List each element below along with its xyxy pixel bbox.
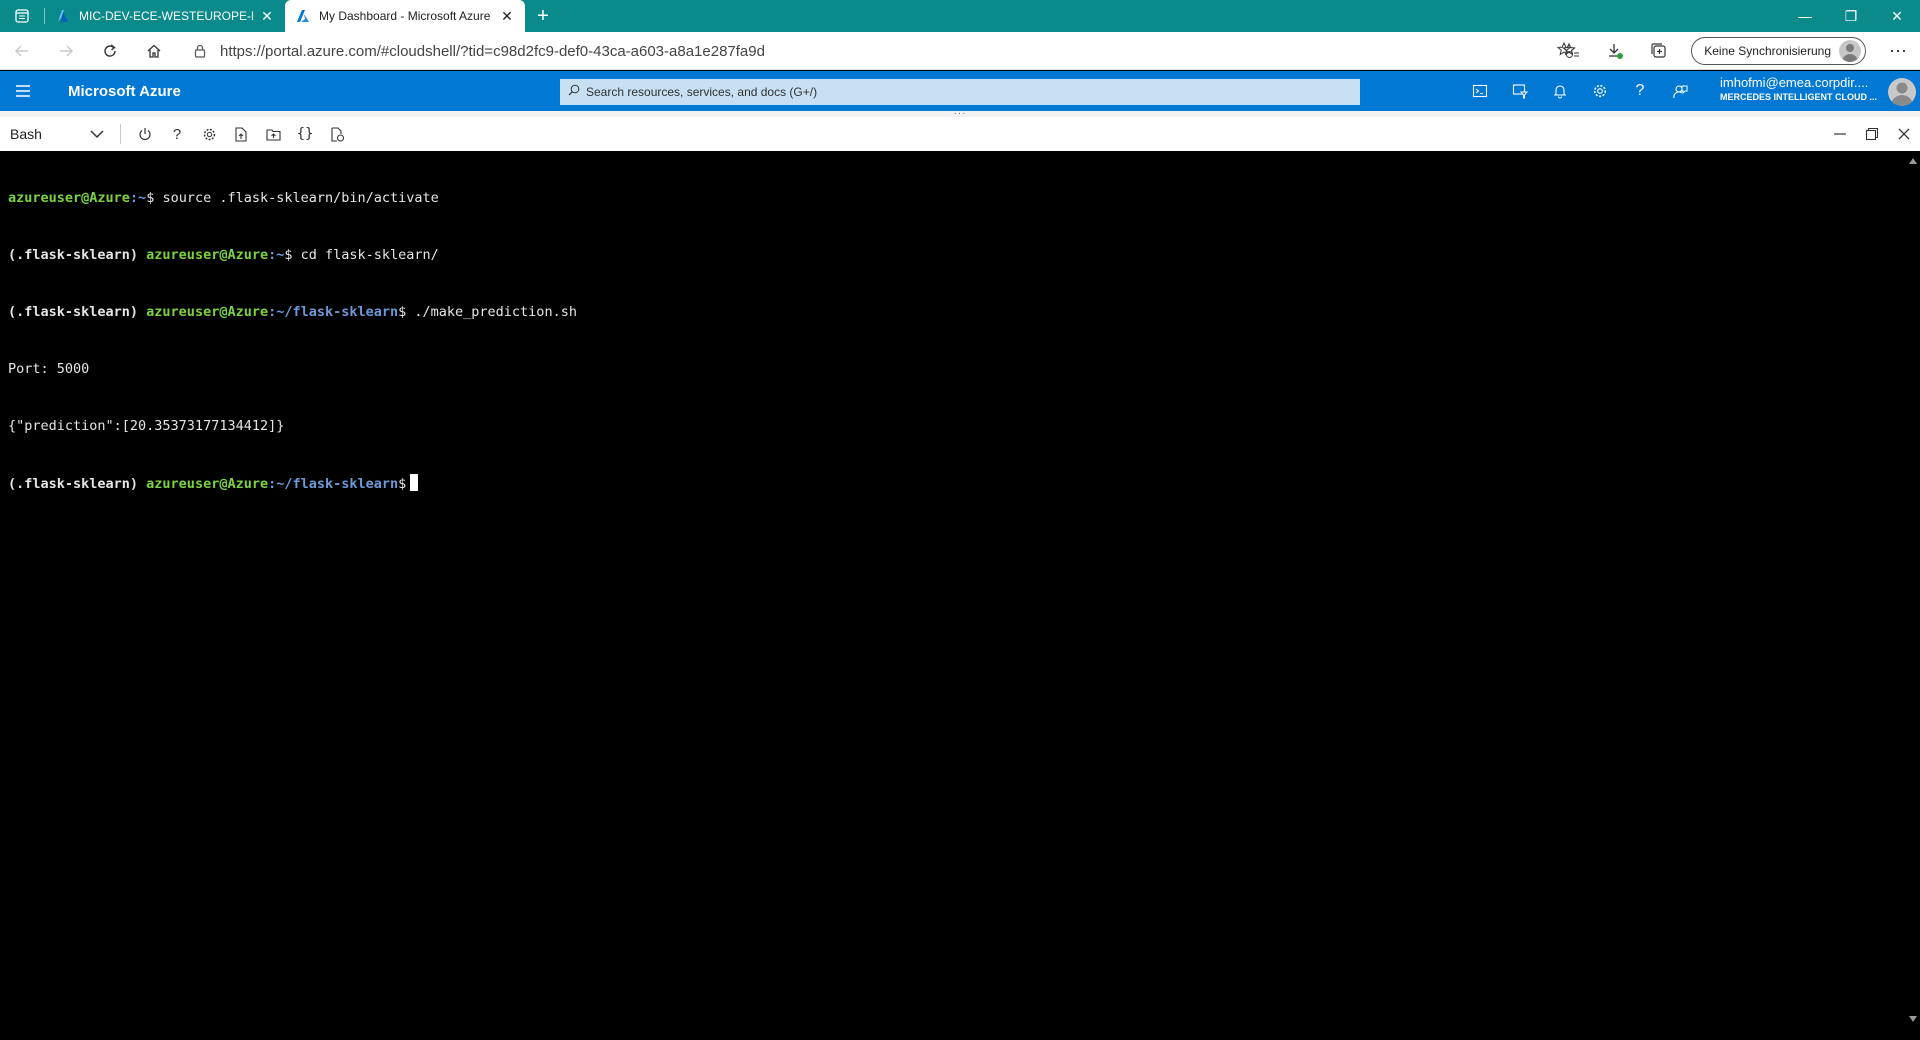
command-text: $ ./make_prediction.sh [398, 304, 577, 320]
address-bar[interactable]: https://portal.azure.com/#cloudshell/?ti… [190, 36, 1580, 66]
toolbar-divider [120, 124, 121, 144]
browser-tab-1[interactable]: MIC-DEV-ECE-WESTEUROPE-DD ✕ [45, 0, 285, 32]
header-icon-group: ? [1460, 71, 1700, 111]
command-text: $ cd flask-sklearn/ [284, 247, 439, 263]
sync-label: Keine Synchronisierung [1704, 44, 1831, 58]
shell-close-icon[interactable] [1888, 117, 1920, 151]
prompt-path: :~/flask-sklearn [268, 304, 399, 320]
azure-brand-title[interactable]: Microsoft Azure [68, 83, 181, 100]
shell-type-select[interactable]: Bash [0, 117, 112, 151]
terminal-line: (.flask-sklearn) azureuser@Azure:~/flask… [8, 474, 1906, 493]
open-folder-icon[interactable] [257, 117, 289, 151]
terminal-line: (.flask-sklearn) azureuser@Azure:~/flask… [8, 303, 1906, 322]
shell-window-controls [1824, 117, 1920, 151]
prompt-path: :~ [268, 247, 285, 263]
tab-title: My Dashboard - Microsoft Azure [319, 9, 491, 23]
window-controls: — ❐ ✕ [1782, 0, 1920, 32]
more-menu-icon[interactable]: ⋯ [1876, 32, 1920, 70]
global-search-box[interactable] [560, 79, 1360, 105]
cloud-shell-icon[interactable] [1460, 71, 1500, 111]
web-preview-icon[interactable] [321, 117, 353, 151]
user-avatar-icon[interactable] [1888, 78, 1916, 106]
cloud-shell-toolbar: Bash ? {} [0, 117, 1920, 151]
help-question-icon[interactable]: ? [1620, 71, 1660, 111]
collections-icon[interactable] [1637, 32, 1681, 70]
feedback-icon[interactable] [1660, 71, 1700, 111]
search-input[interactable] [586, 85, 1346, 99]
prompt-user: azureuser@Azure [146, 247, 269, 263]
settings-gear-icon[interactable] [1580, 71, 1620, 111]
shell-maximize-icon[interactable] [1856, 117, 1888, 151]
account-info[interactable]: imhofmi@emea.corpdir.... MERCEDES INTELL… [1720, 75, 1880, 102]
power-icon[interactable] [129, 117, 161, 151]
minimize-icon[interactable]: — [1782, 0, 1828, 32]
user-organization: MERCEDES INTELLIGENT CLOUD ... [1720, 92, 1878, 102]
editor-braces-icon[interactable]: {} [289, 117, 321, 151]
chevron-down-icon [90, 126, 104, 142]
prompt-path: :~/flask-sklearn [268, 476, 399, 492]
prompt-user: azureuser@Azure [8, 190, 130, 206]
home-icon[interactable] [132, 32, 176, 70]
new-tab-plus-icon[interactable]: + [525, 0, 561, 32]
upload-icon[interactable] [225, 117, 257, 151]
prompt-env: (.flask-sklearn) [8, 247, 147, 263]
terminal-line: (.flask-sklearn) azureuser@Azure:~$ cd f… [8, 246, 1906, 265]
prompt-env: (.flask-sklearn) [8, 304, 147, 320]
notifications-bell-icon[interactable] [1540, 71, 1580, 111]
terminal-line: {"prediction":[20.35373177134412]} [8, 417, 1906, 436]
user-email: imhofmi@emea.corpdir.... [1720, 75, 1869, 90]
refresh-icon[interactable] [88, 32, 132, 70]
prompt-user: azureuser@Azure [146, 476, 269, 492]
toolbar-right: Keine Synchronisierung ⋯ [1549, 32, 1920, 70]
prompt-env: (.flask-sklearn) [8, 476, 147, 492]
profile-avatar-icon [1839, 40, 1861, 62]
terminal-output[interactable]: azureuser@Azure:~$ source .flask-sklearn… [0, 151, 1906, 1040]
tab-actions-icon[interactable] [0, 0, 44, 32]
address-url[interactable]: https://portal.azure.com/#cloudshell/?ti… [220, 43, 765, 60]
lock-icon[interactable] [190, 44, 210, 58]
back-arrow-icon[interactable] [0, 32, 44, 70]
command-text: $ source .flask-sklearn/bin/activate [146, 190, 439, 206]
favorites-icon[interactable] [1549, 32, 1593, 70]
help-icon[interactable]: ? [161, 117, 193, 151]
azure-devops-favicon-icon [55, 8, 71, 24]
close-icon[interactable]: ✕ [259, 8, 275, 24]
terminal-line: azureuser@Azure:~$ source .flask-sklearn… [8, 189, 1906, 208]
sync-profile-button[interactable]: Keine Synchronisierung [1691, 37, 1866, 65]
settings-icon[interactable] [193, 117, 225, 151]
terminal-line: Port: 5000 [8, 360, 1906, 379]
close-icon[interactable]: ✕ [499, 8, 515, 24]
tab-title: MIC-DEV-ECE-WESTEUROPE-DD [79, 9, 253, 23]
forward-arrow-icon[interactable] [44, 32, 88, 70]
scroll-up-arrow-icon[interactable] [1909, 158, 1917, 164]
browser-toolbar: https://portal.azure.com/#cloudshell/?ti… [0, 32, 1920, 70]
prompt-user: azureuser@Azure [146, 304, 269, 320]
scroll-down-arrow-icon[interactable] [1909, 1016, 1917, 1022]
output-text: {"prediction":[20.35373177134412]} [8, 418, 285, 434]
azure-portal-header: Microsoft Azure ? imhofmi@emea.corpdir..… [0, 71, 1920, 111]
browser-tab-2[interactable]: My Dashboard - Microsoft Azure ✕ [285, 0, 525, 32]
downloads-icon[interactable] [1593, 32, 1637, 70]
terminal-scrollbar[interactable] [1906, 151, 1920, 1040]
search-icon [568, 83, 580, 101]
directory-filter-icon[interactable] [1500, 71, 1540, 111]
restore-icon[interactable]: ❐ [1828, 0, 1874, 32]
terminal-cursor [410, 474, 419, 491]
shell-minimize-icon[interactable] [1824, 117, 1856, 151]
output-text: Port: 5000 [8, 361, 90, 377]
command-text: $ [398, 476, 407, 492]
prompt-path: :~ [129, 190, 147, 206]
azure-favicon-icon [295, 8, 311, 24]
window-close-icon[interactable]: ✕ [1874, 0, 1920, 32]
browser-tab-strip: MIC-DEV-ECE-WESTEUROPE-DD ✕ My Dashboard… [0, 0, 1920, 32]
hamburger-menu-icon[interactable] [0, 71, 46, 111]
shell-type-value: Bash [10, 126, 42, 142]
